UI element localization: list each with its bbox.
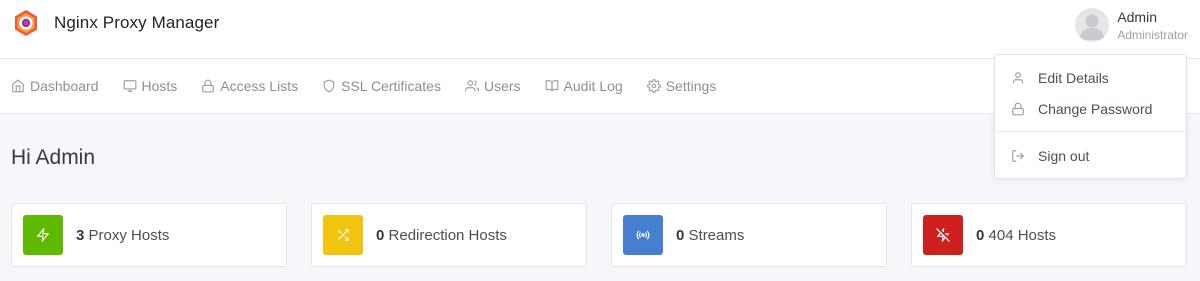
monitor-icon (123, 80, 136, 92)
user-menu-toggle[interactable]: Admin Administrator (1075, 8, 1188, 42)
card-label: 404 Hosts (988, 226, 1057, 244)
card-label: Streams (688, 226, 745, 244)
user-dropdown-menu: Edit Details Change Password Sign out (994, 54, 1187, 179)
card-label: Redirection Hosts (388, 226, 507, 244)
page-title: Hi Admin (11, 146, 96, 169)
app-title: Nginx Proxy Manager (54, 13, 220, 32)
nav-label: Hosts (141, 78, 178, 94)
menu-item-label: Sign out (1038, 148, 1090, 164)
shuffle-icon (337, 229, 349, 241)
zap-off-icon (936, 228, 950, 242)
menu-divider (995, 131, 1186, 132)
nav-label: Audit Log (563, 78, 623, 94)
menu-item-label: Change Password (1038, 101, 1153, 117)
menu-item-edit-details[interactable]: Edit Details (1011, 70, 1109, 86)
card-count: 0 (676, 226, 685, 244)
card-streams[interactable]: 0 Streams (611, 203, 887, 267)
nav-item-audit-log[interactable]: Audit Log (545, 78, 623, 94)
nav-label: SSL Certificates (341, 78, 441, 94)
card-icon-badge (23, 215, 63, 255)
card-icon-badge (923, 215, 963, 255)
user-role: Administrator (1117, 27, 1188, 42)
menu-item-sign-out[interactable]: Sign out (1011, 148, 1089, 164)
zap-icon (36, 228, 50, 242)
menu-item-label: Edit Details (1038, 70, 1109, 86)
nav-item-settings[interactable]: Settings (646, 78, 717, 94)
card-redirection-hosts[interactable]: 0 Redirection Hosts (311, 203, 587, 267)
nav-label: Dashboard (30, 78, 99, 94)
card-icon-badge (323, 215, 363, 255)
card-icon-badge (623, 215, 663, 255)
nav-label: Settings (665, 78, 717, 94)
user-avatar-icon (1079, 14, 1106, 40)
nav-label: Users (483, 78, 521, 94)
gear-icon (646, 79, 661, 93)
nav-item-dashboard[interactable]: Dashboard (11, 78, 99, 94)
avatar[interactable] (1075, 8, 1110, 42)
card-proxy-hosts[interactable]: 3 Proxy Hosts (11, 203, 287, 267)
radio-icon (636, 230, 650, 240)
card-404-hosts[interactable]: 0 404 Hosts (911, 203, 1187, 267)
brand[interactable]: Nginx Proxy Manager (12, 9, 219, 37)
app-logo-icon (15, 10, 37, 36)
nav-item-hosts[interactable]: Hosts (123, 78, 178, 94)
nav-item-users[interactable]: Users (464, 78, 521, 94)
lock-icon (1012, 102, 1024, 116)
log-out-icon (1012, 150, 1025, 162)
book-icon (545, 80, 558, 92)
home-icon (12, 79, 24, 93)
users-icon (464, 80, 479, 92)
stat-cards: 3 Proxy Hosts 0 Redirection Hosts 0 Stre… (11, 203, 1200, 267)
card-count: 0 (376, 226, 385, 244)
nav-item-access-lists[interactable]: Access Lists (201, 78, 298, 94)
card-count: 0 (976, 226, 985, 244)
nav-item-ssl-certificates[interactable]: SSL Certificates (322, 78, 441, 94)
nav-label: Access Lists (220, 78, 299, 94)
card-count: 3 (76, 226, 85, 244)
user-icon (1012, 72, 1024, 84)
shield-icon (323, 79, 335, 93)
menu-item-change-password[interactable]: Change Password (1011, 101, 1152, 117)
card-label: Proxy Hosts (88, 226, 170, 244)
user-name: Admin (1117, 8, 1157, 25)
top-header: Nginx Proxy Manager Admin Administrator (0, 0, 1200, 59)
lock-icon (202, 79, 215, 93)
